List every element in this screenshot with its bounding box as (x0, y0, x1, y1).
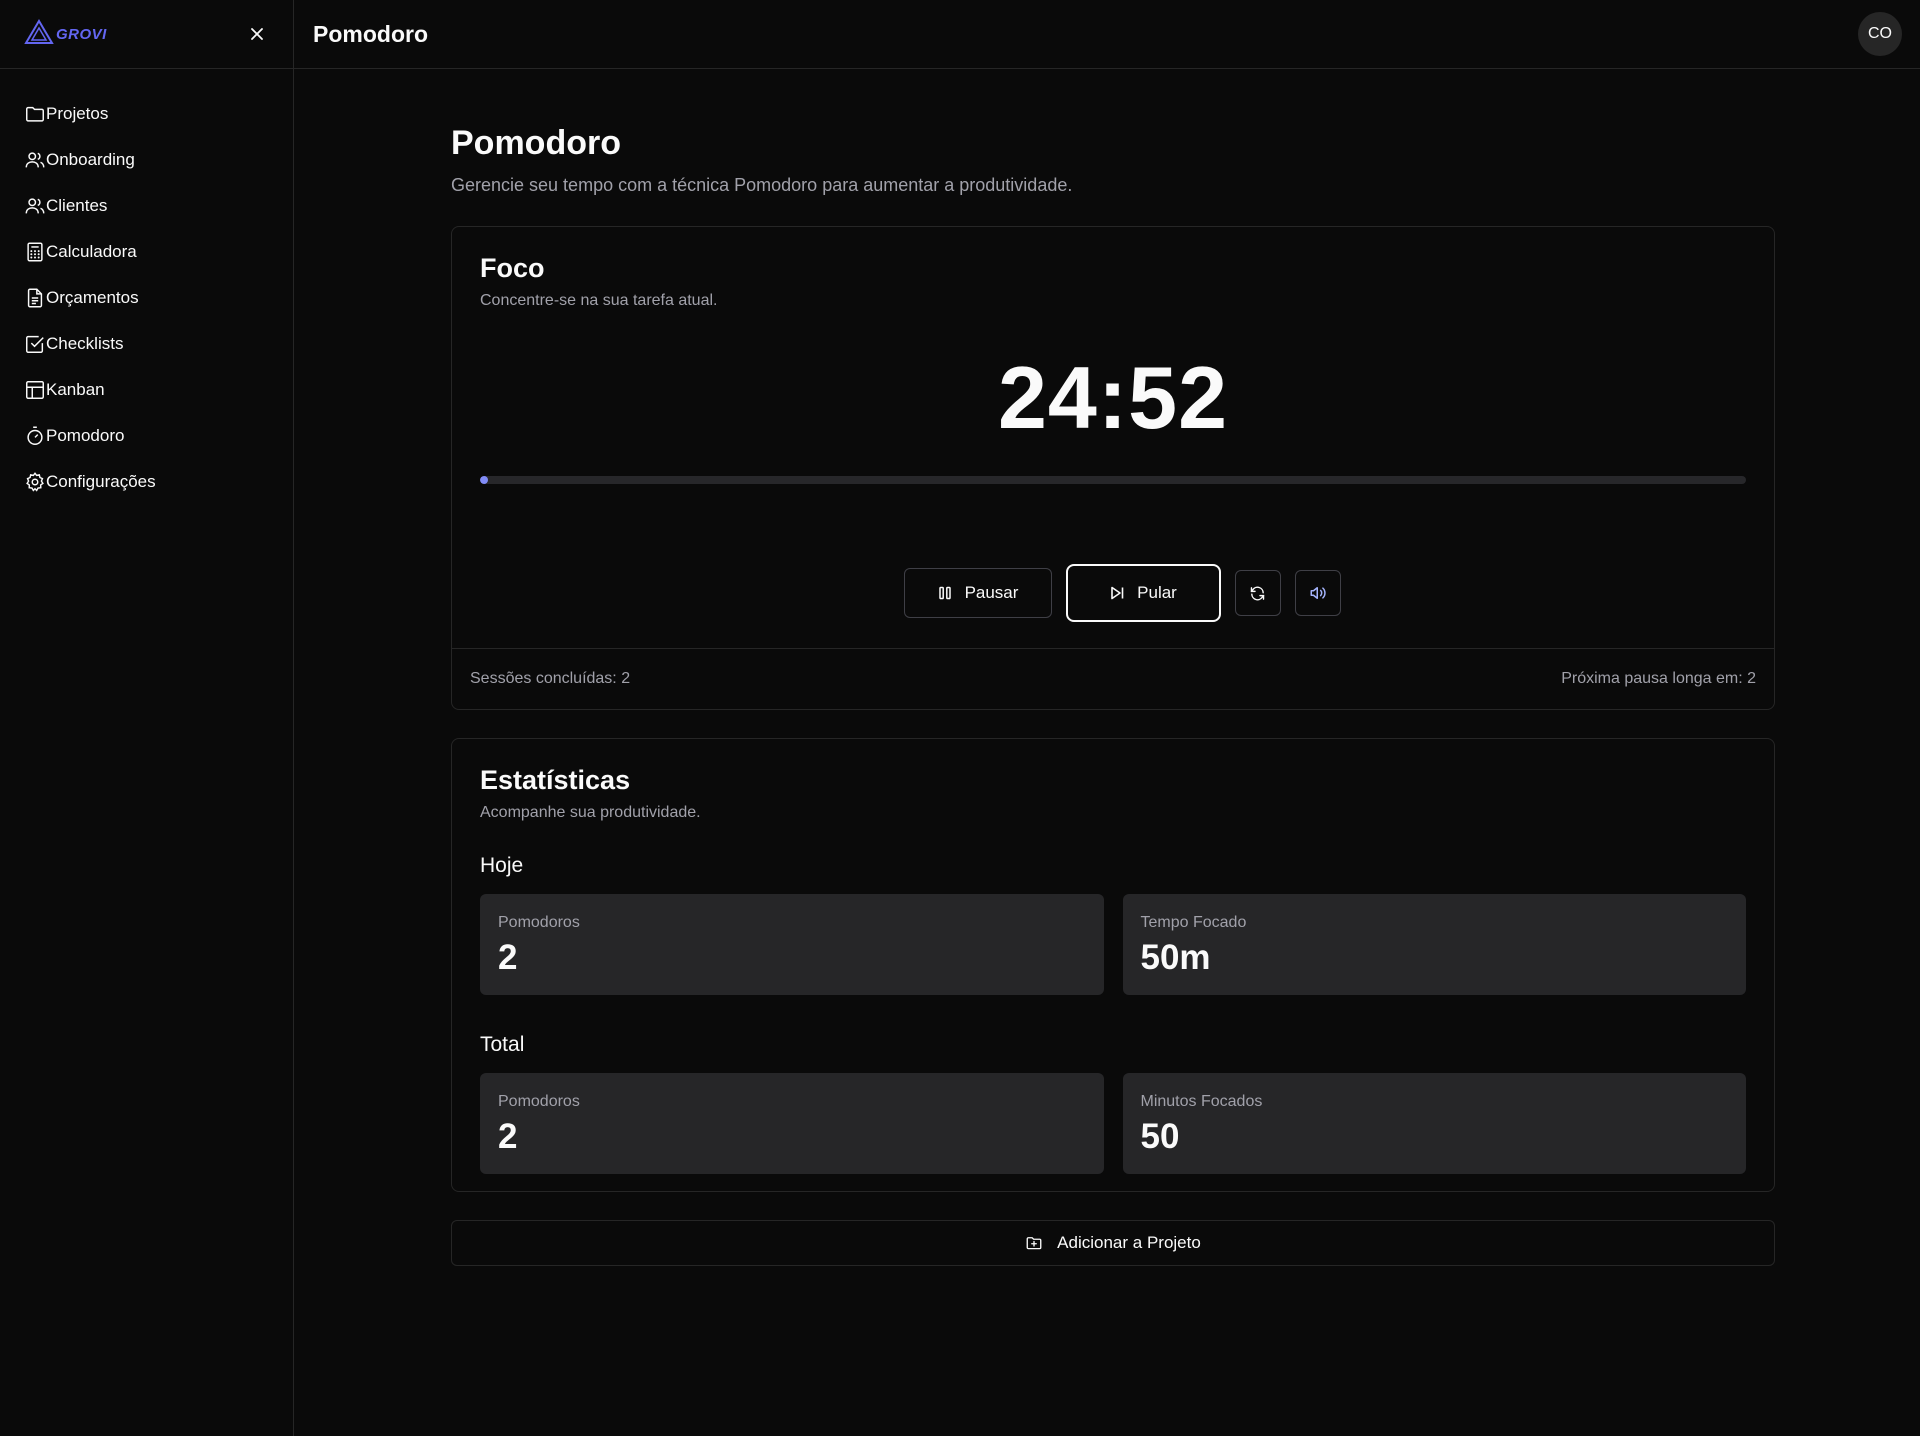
close-sidebar-button[interactable] (245, 22, 269, 46)
stat-label: Tempo Focado (1140, 914, 1247, 931)
sidebar-item-calculadora[interactable]: Calculadora (0, 229, 293, 275)
sidebar-item-label: Checklists (46, 334, 124, 353)
total-label: Total (480, 1033, 525, 1056)
today-focused-time-stat: Tempo Focado 50m (1122, 894, 1746, 995)
total-pomodoros-stat: Pomodoros 2 (480, 1073, 1104, 1174)
timer-controls: Pausar Pular (452, 564, 1774, 622)
folder-plus-icon (1026, 1237, 1042, 1250)
timer-progress-fill (480, 476, 488, 484)
today-pomodoros-stat: Pomodoros 2 (480, 894, 1104, 995)
timer-icon (27, 426, 43, 445)
stat-value: 2 (498, 1117, 518, 1156)
pause-button[interactable]: Pausar (903, 568, 1052, 618)
sidebar-item-checklists[interactable]: Checklists (0, 321, 293, 367)
users-icon (25, 152, 45, 168)
logo-text: GROVI (56, 25, 107, 43)
sidebar-item-kanban[interactable]: Kanban (0, 367, 293, 413)
today-stats: Pomodoros 2 Tempo Focado 50m (480, 894, 1746, 995)
logo[interactable]: GROVI (24, 18, 107, 50)
sidebar-header: GROVI (0, 0, 293, 69)
topbar: Pomodoro CO (294, 0, 1920, 69)
main-content: Pomodoro Gerencie seu tempo com a técnic… (451, 69, 1775, 1266)
sidebar-item-onboarding[interactable]: Onboarding (0, 137, 293, 183)
sidebar-item-label: Clientes (46, 196, 108, 215)
stat-label: Pomodoros (498, 914, 580, 931)
topbar-title: Pomodoro (313, 20, 428, 47)
refresh-icon (1250, 586, 1265, 600)
sidebar-item-label: Pomodoro (46, 426, 125, 445)
today-label: Hoje (480, 854, 524, 877)
volume-icon (1310, 587, 1326, 599)
stat-value: 50 (1140, 1117, 1180, 1156)
sidebar-item-label: Orçamentos (46, 288, 139, 307)
total-focused-minutes-stat: Minutos Focados 50 (1122, 1073, 1746, 1174)
sidebar-item-label: Configurações (46, 472, 156, 491)
sidebar-item-clientes[interactable]: Clientes (0, 183, 293, 229)
add-to-project-label: Adicionar a Projeto (1057, 1233, 1201, 1252)
file-text-icon (27, 288, 43, 308)
sidebar-item-label: Kanban (46, 380, 105, 399)
timer-progress-bar (480, 476, 1746, 484)
timer-display: 24:52 (997, 348, 1229, 447)
sound-toggle-button[interactable] (1294, 570, 1341, 616)
focus-footer: Sessões concluídas: 2 Próxima pausa long… (452, 648, 1774, 709)
sessions-completed: Sessões concluídas: 2 (470, 670, 631, 687)
calculator-icon (27, 242, 43, 262)
sidebar-nav: Projetos Onboarding Clientes Calculadora… (0, 69, 293, 505)
stat-value: 50m (1140, 938, 1211, 977)
focus-card: Foco Concentre-se na sua tarefa atual. 2… (451, 226, 1775, 710)
sidebar-item-label: Onboarding (46, 150, 135, 169)
page-subtitle: Gerencie seu tempo com a técnica Pomodor… (451, 175, 1073, 195)
stat-value: 2 (498, 938, 518, 977)
stats-subtitle: Acompanhe sua produtividade. (480, 804, 701, 821)
avatar[interactable]: CO (1858, 12, 1902, 56)
stats-title: Estatísticas (480, 765, 631, 795)
stat-label: Pomodoros (498, 1093, 580, 1110)
users-icon (25, 198, 45, 214)
sidebar: GROVI Projetos Onboarding Clientes Calcu… (0, 0, 294, 1436)
next-long-break: Próxima pausa longa em: 2 (1561, 670, 1756, 687)
reset-button[interactable] (1234, 570, 1281, 616)
focus-title: Foco (480, 253, 545, 283)
layout-icon (26, 381, 44, 399)
sidebar-item-orcamentos[interactable]: Orçamentos (0, 275, 293, 321)
focus-subtitle: Concentre-se na sua tarefa atual. (480, 292, 718, 309)
folder-icon (26, 106, 44, 122)
sidebar-item-label: Projetos (46, 104, 109, 123)
sidebar-item-pomodoro[interactable]: Pomodoro (0, 413, 293, 459)
close-icon (251, 28, 263, 40)
stats-card: Estatísticas Acompanhe sua produtividade… (451, 738, 1775, 1192)
stat-label: Minutos Focados (1140, 1093, 1263, 1110)
skip-forward-icon (1111, 586, 1124, 600)
page-title: Pomodoro (451, 124, 621, 162)
check-square-icon (26, 335, 44, 353)
settings-icon (26, 472, 44, 492)
total-stats: Pomodoros 2 Minutos Focados 50 (480, 1073, 1746, 1174)
sidebar-item-configuracoes[interactable]: Configurações (0, 459, 293, 505)
skip-button-label: Pular (1137, 583, 1177, 602)
sidebar-item-label: Calculadora (46, 242, 137, 261)
logo-icon (24, 18, 54, 50)
add-to-project-button[interactable]: Adicionar a Projeto (451, 1220, 1775, 1266)
sidebar-item-projetos[interactable]: Projetos (0, 91, 293, 137)
skip-button[interactable]: Pular (1065, 564, 1221, 622)
pause-button-label: Pausar (964, 583, 1019, 602)
pause-icon (938, 586, 951, 600)
